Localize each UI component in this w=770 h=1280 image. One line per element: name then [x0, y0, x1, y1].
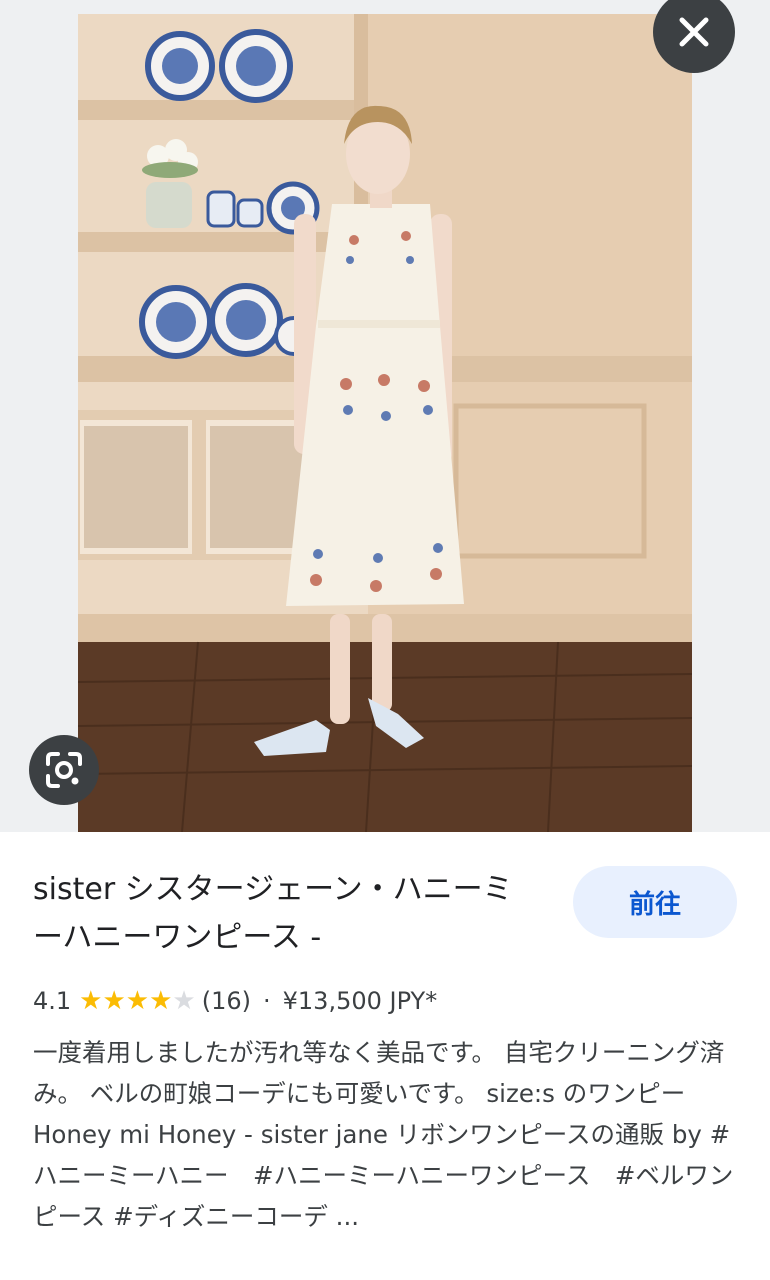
- star-icon: ★: [102, 986, 126, 1016]
- product-image[interactable]: [78, 14, 692, 832]
- star-icon: ★: [125, 986, 150, 1016]
- product-meta: 4.1 ★ ★ ★ ★ ★ (16) · ¥13,500 JPY*: [33, 980, 437, 1022]
- product-title[interactable]: sister シスタージェーン・ハニーミーハニーワンピース -: [33, 866, 533, 962]
- close-icon: [679, 17, 709, 47]
- google-lens-icon: [46, 752, 82, 788]
- rating-stars: ★ ★ ★ ★ ★: [79, 988, 196, 1014]
- price: ¥13,500 JPY*: [282, 987, 438, 1015]
- image-viewer: [0, 0, 770, 832]
- separator: ·: [263, 987, 271, 1015]
- product-description: 一度着用しましたが汚れ等なく美品です。 自宅クリーニング済み。 ベルの町娘コーデ…: [33, 1038, 734, 1231]
- rating-value: 4.1: [33, 987, 72, 1015]
- review-count[interactable]: (16): [202, 987, 251, 1015]
- star-icon: ★: [79, 986, 103, 1016]
- close-button[interactable]: [653, 0, 735, 73]
- google-lens-button[interactable]: [29, 735, 99, 805]
- star-icon: ★: [149, 986, 173, 1016]
- visit-button[interactable]: 前往: [573, 866, 737, 938]
- star-icon: ★: [172, 986, 196, 1016]
